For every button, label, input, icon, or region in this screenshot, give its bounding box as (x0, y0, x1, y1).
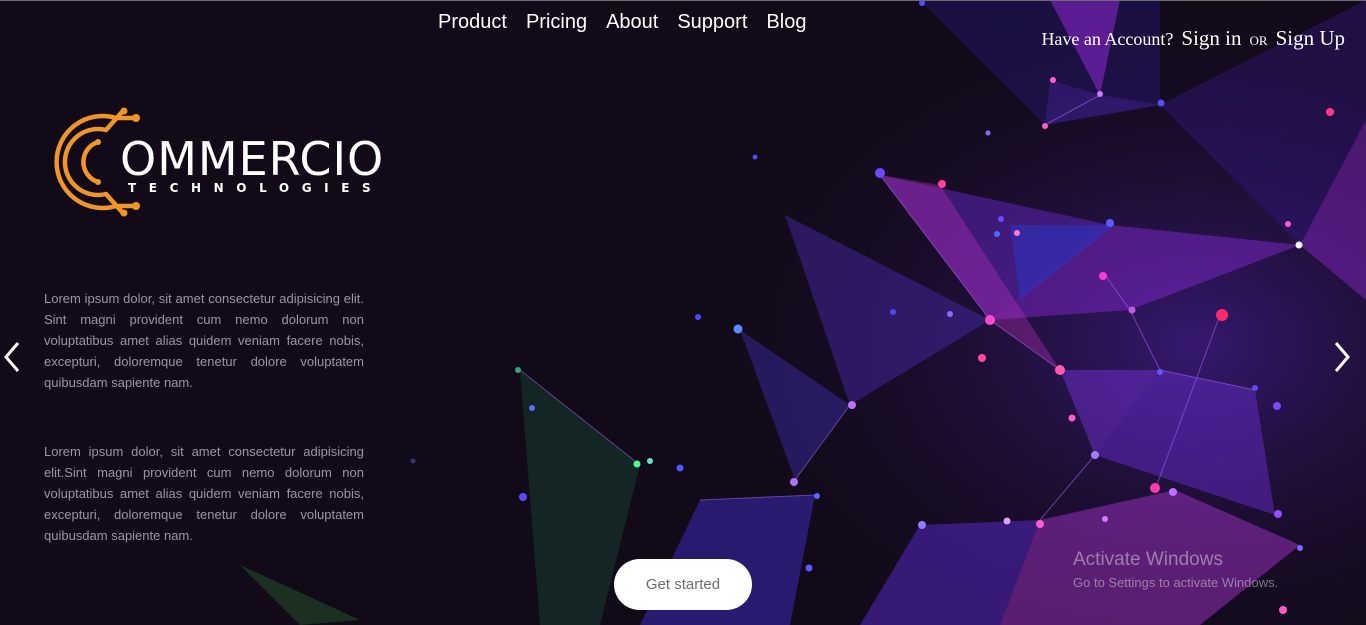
hero-paragraph-1: Lorem ipsum dolor, sit amet consectetur … (44, 291, 364, 390)
nav-item-about[interactable]: About (606, 10, 658, 34)
logo-wordmark: OMMERCIO (120, 132, 385, 186)
account-links: Have an Account? Sign in OR Sign Up (1041, 26, 1345, 51)
hero-paragraph-2: Lorem ipsum dolor, sit amet consectetur … (44, 444, 364, 543)
watermark-subtitle: Go to Settings to activate Windows. (1073, 575, 1279, 590)
or-separator: OR (1249, 33, 1268, 48)
nav-item-support[interactable]: Support (677, 10, 747, 34)
activate-windows-watermark: Activate Windows Go to Settings to activ… (1073, 549, 1278, 592)
chevron-right-icon[interactable] (1330, 339, 1352, 375)
get-started-button[interactable]: Get started (614, 559, 752, 610)
nav-item-product[interactable]: Product (438, 10, 507, 34)
chevron-left-icon[interactable] (2, 339, 24, 375)
nav-item-blog[interactable]: Blog (766, 10, 806, 34)
main-nav: Product Pricing About Support Blog (428, 10, 806, 34)
top-border (0, 0, 1366, 1)
watermark-title: Activate Windows (1073, 549, 1223, 570)
sign-up-link[interactable]: Sign Up (1276, 26, 1345, 51)
logo-subtitle: TECHNOLOGIES (128, 181, 384, 195)
sign-in-link[interactable]: Sign in (1181, 26, 1241, 51)
account-prompt: Have an Account? (1041, 29, 1174, 49)
nav-item-pricing[interactable]: Pricing (526, 10, 587, 34)
